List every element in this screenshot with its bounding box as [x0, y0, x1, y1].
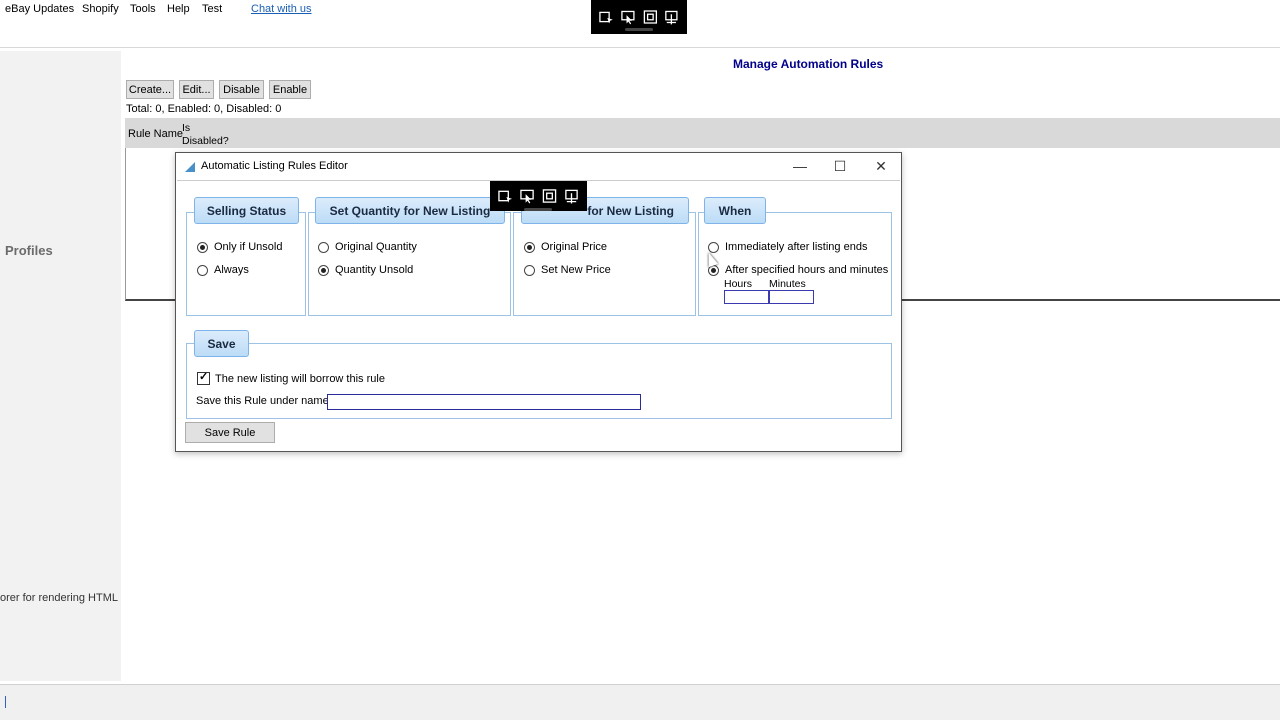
pointer-icon[interactable] — [520, 188, 535, 204]
record-region-icon[interactable] — [498, 188, 513, 204]
radio-original-price[interactable]: Original Price — [524, 241, 607, 253]
hours-label: Hours — [724, 278, 753, 290]
radio-dot[interactable] — [524, 241, 535, 253]
radio-dot[interactable] — [197, 264, 208, 276]
dialog-title: Automatic Listing Rules Editor — [201, 160, 348, 172]
radio-after-specified[interactable]: After specified hours and minutes — [708, 264, 888, 276]
settings-icon[interactable] — [564, 188, 579, 204]
enable-button[interactable]: Enable — [269, 80, 311, 99]
radio-label: Only if Unsold — [214, 241, 283, 253]
radio-set-new-price[interactable]: Set New Price — [524, 264, 611, 276]
hours-input[interactable] — [724, 290, 769, 304]
radio-only-if-unsold[interactable]: Only if Unsold — [197, 241, 282, 253]
edit-button[interactable]: Edit... — [179, 80, 214, 99]
radio-dot[interactable] — [318, 241, 329, 253]
page-title: Manage Automation Rules — [733, 57, 884, 71]
capture-toolbar-handle[interactable] — [524, 208, 552, 211]
maximize-button[interactable]: ☐ — [831, 157, 849, 175]
radio-dot[interactable] — [318, 264, 329, 276]
save-header: Save — [194, 330, 249, 357]
status-bar — [0, 684, 1280, 720]
menu-test[interactable]: Test — [202, 3, 222, 15]
rule-name-input[interactable] — [327, 394, 641, 410]
fullscreen-icon[interactable] — [643, 9, 658, 25]
minutes-label: Minutes — [769, 278, 806, 290]
radio-label: After specified hours and minutes — [725, 264, 889, 276]
minimize-button[interactable]: — — [791, 157, 809, 175]
dialog-body: Selling Status Only if Unsold Always Set… — [177, 180, 900, 451]
dialog-titlebar[interactable]: Automatic Listing Rules Editor — ☐ ✕ — [176, 153, 901, 180]
close-button[interactable]: ✕ — [872, 157, 890, 175]
menu-separator — [0, 47, 1280, 48]
column-is-disabled[interactable]: Is Disabled? — [182, 122, 232, 148]
radio-label: Quantity Unsold — [335, 264, 414, 276]
radio-dot[interactable] — [197, 241, 208, 253]
radio-quantity-unsold[interactable]: Quantity Unsold — [318, 264, 413, 276]
radio-original-quantity[interactable]: Original Quantity — [318, 241, 417, 253]
status-link[interactable] — [0, 696, 6, 708]
column-rule-name[interactable]: Rule Name — [128, 128, 183, 140]
radio-dot[interactable] — [524, 264, 535, 276]
create-button[interactable]: Create... — [126, 80, 174, 99]
capture-toolbar-dialog — [490, 181, 587, 211]
save-rule-button[interactable]: Save Rule — [185, 422, 275, 443]
rule-counts: Total: 0, Enabled: 0, Disabled: 0 — [126, 103, 282, 115]
menu-ebay-updates[interactable]: eBay Updates — [5, 3, 74, 15]
selling-status-header: Selling Status — [194, 197, 299, 224]
menu-shopify[interactable]: Shopify — [82, 3, 119, 15]
settings-icon[interactable] — [664, 9, 679, 25]
chat-link[interactable]: Chat with us — [251, 3, 312, 15]
radio-label: Set New Price — [541, 264, 611, 276]
fullscreen-icon[interactable] — [542, 188, 557, 204]
borrow-rule-checkbox-row[interactable]: The new listing will borrow this rule — [197, 370, 385, 385]
menu-help[interactable]: Help — [167, 3, 190, 15]
rule-name-label: Save this Rule under name: — [196, 395, 332, 407]
app-icon — [185, 162, 195, 172]
pointer-icon[interactable] — [621, 9, 636, 25]
disable-button[interactable]: Disable — [219, 80, 264, 99]
menu-tools[interactable]: Tools — [130, 3, 156, 15]
radio-label: Original Quantity — [335, 241, 417, 253]
quantity-header: Set Quantity for New Listing — [315, 197, 505, 224]
radio-label: Immediately after listing ends — [725, 241, 868, 253]
radio-immediately[interactable]: Immediately after listing ends — [708, 241, 867, 253]
rules-grid-header — [125, 118, 1280, 148]
record-region-icon[interactable] — [599, 9, 614, 25]
render-label: orer for rendering HTML — [0, 592, 118, 604]
profiles-label[interactable]: Profiles — [5, 243, 53, 258]
minutes-input[interactable] — [769, 290, 814, 304]
when-header: When — [704, 197, 766, 224]
radio-label: Always — [214, 264, 249, 276]
radio-always[interactable]: Always — [197, 264, 249, 276]
capture-toolbar-handle[interactable] — [625, 28, 653, 31]
radio-label: Original Price — [541, 241, 608, 253]
left-panel — [0, 51, 121, 681]
borrow-rule-label: The new listing will borrow this rule — [215, 372, 385, 385]
borrow-rule-checkbox[interactable] — [197, 370, 210, 385]
